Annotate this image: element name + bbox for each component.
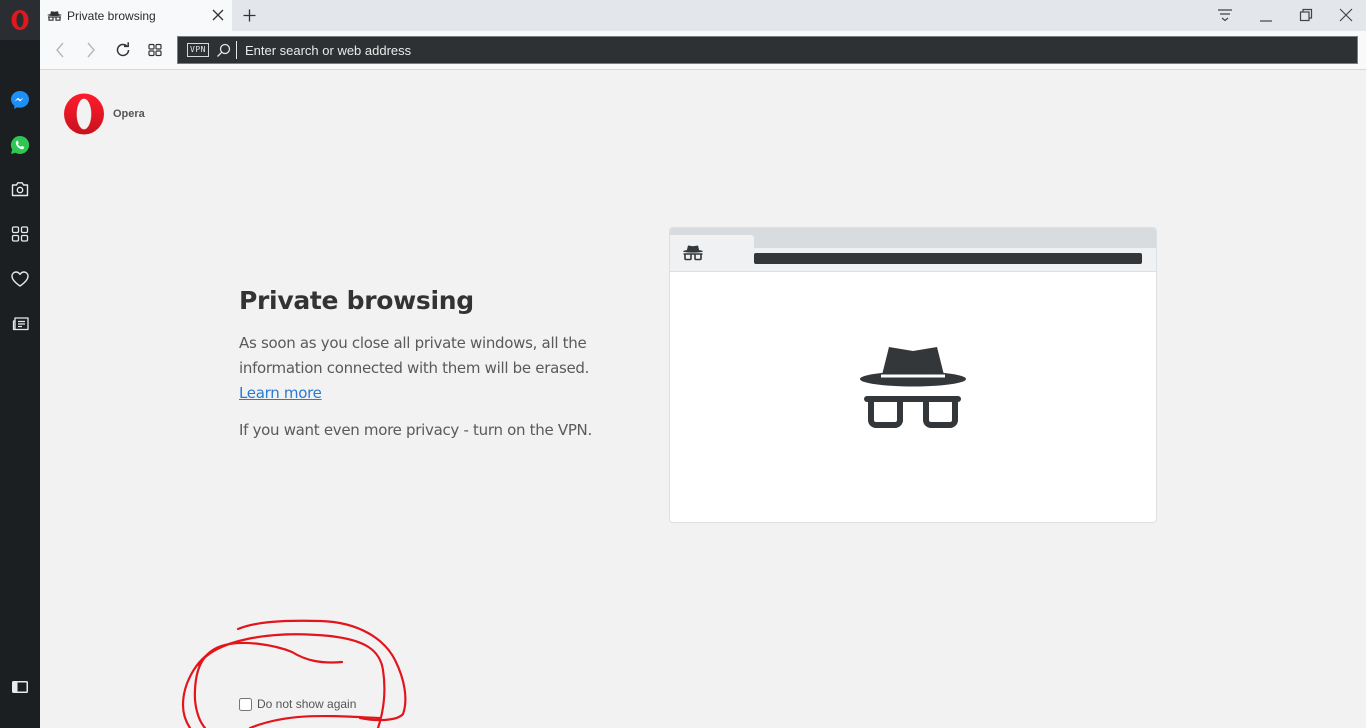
sidebar-item-snapshot[interactable]: [8, 177, 32, 201]
sidebar-item-news[interactable]: [8, 312, 32, 336]
close-window-button[interactable]: [1334, 4, 1358, 26]
tab-private-browsing[interactable]: Private browsing: [40, 0, 232, 31]
close-icon: [212, 9, 224, 21]
speed-dial-button[interactable]: [145, 40, 165, 60]
heart-icon: [11, 271, 29, 287]
camera-icon: [11, 182, 29, 197]
tab-strip: Private browsing: [40, 0, 1366, 31]
minimize-icon: [1260, 20, 1272, 22]
plus-icon: [243, 9, 255, 21]
do-not-show-again-label: Do not show again: [257, 697, 357, 711]
sidebar-toggle-button[interactable]: [8, 675, 32, 699]
page-description: As soon as you close all private windows…: [239, 334, 590, 377]
whatsapp-icon: [10, 135, 30, 154]
sidebar-item-speed-dial[interactable]: [8, 222, 32, 246]
do-not-show-again-option[interactable]: Do not show again: [239, 697, 356, 711]
address-input[interactable]: [244, 42, 1245, 58]
close-window-icon: [1339, 8, 1353, 22]
chevron-right-icon: [87, 42, 95, 58]
back-button[interactable]: [50, 40, 70, 60]
opera-menu-button[interactable]: [0, 0, 40, 40]
incognito-icon: [47, 10, 62, 21]
minimize-button[interactable]: [1254, 4, 1278, 26]
messenger-icon: [11, 91, 29, 109]
private-browsing-page: Opera Private browsing As soon as you cl…: [40, 70, 1366, 728]
incognito-large-icon: [860, 347, 966, 428]
grid-icon: [11, 226, 29, 242]
private-window-illustration: [669, 227, 1157, 523]
easy-setup-icon: [1218, 9, 1232, 22]
illustration-address-bar: [754, 253, 1142, 264]
grid-icon: [148, 43, 162, 57]
address-bar: VPN: [177, 36, 1358, 64]
search-icon: [216, 42, 232, 58]
sidebar-item-messenger[interactable]: [8, 88, 32, 112]
restore-icon: [1299, 8, 1313, 22]
vpn-badge[interactable]: VPN: [187, 43, 209, 57]
navigation-toolbar: VPN: [40, 31, 1366, 70]
do-not-show-again-checkbox[interactable]: [239, 697, 252, 711]
easy-setup-button[interactable]: [1213, 4, 1237, 26]
reload-icon: [116, 42, 130, 57]
restore-button[interactable]: [1294, 4, 1318, 26]
incognito-icon: [683, 245, 703, 261]
reload-button[interactable]: [113, 40, 133, 60]
address-separator: [235, 41, 237, 59]
brand-name: Opera: [113, 108, 145, 120]
vpn-note: If you want even more privacy - turn on …: [239, 421, 592, 439]
chevron-left-icon: [56, 42, 64, 58]
opera-logo-icon: [11, 10, 29, 30]
opera-logo-icon: [64, 93, 104, 135]
forward-button[interactable]: [81, 40, 101, 60]
new-tab-button[interactable]: [240, 6, 258, 24]
tab-title: Private browsing: [67, 8, 156, 23]
tab-close-button[interactable]: [210, 7, 226, 23]
opera-brand: Opera: [63, 93, 145, 135]
learn-more-link[interactable]: Learn more: [239, 381, 322, 406]
sidebar-item-whatsapp[interactable]: [8, 133, 32, 157]
news-icon: [12, 317, 29, 331]
sidebar: [0, 0, 40, 728]
page-title: Private browsing: [239, 286, 474, 315]
sidebar-toggle-icon: [12, 681, 28, 693]
sidebar-item-bookmarks[interactable]: [8, 267, 32, 291]
illustration-divider: [670, 271, 1156, 272]
